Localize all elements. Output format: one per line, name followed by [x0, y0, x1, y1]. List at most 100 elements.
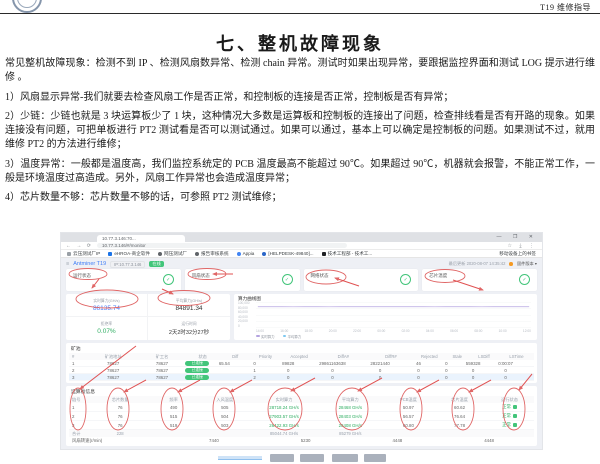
table-cell: 503	[199, 423, 250, 428]
x-tick-label: 08:00	[474, 329, 482, 333]
info-icon	[237, 252, 241, 256]
table-cell: 0	[402, 368, 435, 373]
table-cell: DiffA#	[318, 354, 369, 359]
page-header-right: T19 维修指导	[540, 2, 591, 13]
metrics-and-chart-row: 实时算力(GH/s) 86135.74 平均算力(GH/s) 84891.34 …	[66, 294, 537, 340]
bookmark-item: eHROA-商企软件	[108, 251, 150, 257]
table-cell: 76	[92, 423, 148, 428]
paragraph-item-2: 2）少链：少链也就是 3 块运算板少了 1 块，这种情况大多数是运算板和控制板的…	[5, 110, 595, 153]
hashrate-line	[256, 302, 531, 328]
x-tick-label: 12:00	[523, 329, 531, 333]
table-cell: 0	[435, 368, 458, 373]
table-cell: 28408 GH/s	[318, 423, 383, 428]
status-card-chip-temp: 芯片温度 ✓	[422, 269, 537, 291]
table-cell: 0	[358, 375, 402, 380]
paragraph-item-3: 3）温度异常：一般都是温度高，我们监控系统定的 PCB 温度最高不能超过 90℃…	[5, 158, 595, 187]
paragraph-intro: 常见整机故障现象：检测不到 IP 、检测风扇数异常、检测 chain 异常。测试…	[5, 57, 595, 86]
table-row: 37862778627已连接20000000	[69, 374, 534, 381]
firmware-menu: 固件版本 ▾	[517, 261, 537, 267]
table-cell: Diff	[220, 354, 250, 359]
table-cell: 1	[69, 361, 88, 366]
table-row: 17862778627已连接65.54089828298611636382822…	[69, 360, 534, 367]
ok-ring-badge: ✓	[519, 274, 530, 285]
table-cell: 矿工名	[139, 354, 186, 360]
table-cell: 559328	[458, 361, 488, 366]
x-tick-label: 02:00	[402, 329, 410, 333]
table-cell: 28422.93 GH/s	[250, 423, 317, 428]
online-badge: 在线	[149, 261, 163, 267]
status-cards-row: 运行状态 ✓ 风扇状态 ✓ 网络状态 ✓ 芯片温度 ✓	[66, 269, 537, 291]
table-cell: 519	[148, 423, 199, 428]
table-cell: 0	[435, 361, 458, 366]
x-tick-label: 04:00	[426, 329, 434, 333]
ok-ring-badge: ✓	[400, 274, 411, 285]
table-cell: 已连接	[185, 368, 209, 373]
table-cell: 3	[69, 423, 92, 428]
table-cell: 0	[402, 375, 435, 380]
fan-speed-values: 7440523044484448	[149, 438, 534, 443]
table-cell: 矿池地址	[88, 354, 139, 360]
table-cell: 78627	[139, 375, 186, 380]
table-cell: 28718.24 GH/s	[250, 405, 317, 410]
legend-item: 平均算力	[283, 334, 302, 339]
bookmarks-bar: 云压测试厂IP eHROA-商企软件 网压测试厂 报告审核系统 Appia [H…	[61, 250, 542, 258]
table-cell: 56.57	[383, 414, 434, 419]
table-cell: 504	[199, 414, 250, 419]
pool-table-title: 矿池	[69, 344, 534, 353]
table-cell: 2	[69, 368, 88, 373]
table-cell: 平均算力	[318, 397, 383, 403]
x-tick-label: 16:00	[280, 329, 288, 333]
page-title: 七、整机故障现象	[0, 30, 600, 56]
table-cell: 0	[458, 375, 488, 380]
table-cell: 0	[307, 368, 358, 373]
x-tick-label: 06:00	[450, 329, 458, 333]
menu-icon: ≡	[66, 261, 69, 267]
table-cell: 已连接	[185, 361, 209, 366]
table-cell: 芯片温度	[434, 397, 485, 403]
reject-rate-value: 0.07%	[97, 328, 115, 335]
table-header-row: 链号芯片数量频率入风温度实时算力平均算力PCB温度芯片温度运行状态	[69, 396, 534, 403]
table-cell: 0	[358, 368, 402, 373]
metrics-card: 实时算力(GH/s) 86135.74 平均算力(GH/s) 84891.34 …	[66, 294, 230, 340]
fan-speed-value: 4448	[392, 438, 402, 443]
paragraph-item-4: 4）芯片数量不够：芯片数量不够的话，可参照 PT2 测试维修；	[5, 191, 595, 205]
table-cell: 0	[270, 375, 307, 380]
bookmark-item: 报告审核系统	[195, 251, 229, 257]
gear-icon	[158, 252, 162, 256]
x-tick-label: 00:00	[377, 329, 385, 333]
metric-realtime-hashrate: 实时算力(GH/s) 86135.74	[66, 294, 148, 317]
table-cell: 78627	[88, 375, 139, 380]
table-cell: 运行状态	[485, 397, 534, 403]
average-hashrate-value: 84891.34	[175, 305, 202, 312]
table-row: 27862778627已连接10000000	[69, 367, 534, 374]
hashboard-table-title: 运算板信息	[69, 387, 534, 396]
table-cell: 60.62	[434, 405, 485, 410]
device-name-link: Antminer T19	[73, 261, 106, 267]
y-tick-label: 60,000	[238, 311, 250, 314]
x-icon	[322, 252, 326, 256]
table-cell: 0	[307, 375, 358, 380]
dashboard-header: ≡ Antminer T19 IP:10.77.3.146 在线 最后更新 20…	[66, 260, 537, 268]
table-cell: 78627	[88, 361, 139, 366]
legend-item: 实时算力	[256, 334, 275, 339]
fan-speed-label: 风扇转速(r/min)	[69, 438, 149, 444]
jira-icon	[262, 252, 266, 256]
chart-x-axis: 14:0016:0018:0020:0022:0000:0002:0004:00…	[256, 329, 531, 333]
table-cell: 1	[239, 368, 269, 373]
x-tick-label: 14:00	[256, 329, 264, 333]
metric-uptime: 运行时间 2天2时32分27秒	[148, 317, 230, 340]
table-cell: 已连接	[185, 375, 209, 380]
table-cell: 78627	[139, 361, 186, 366]
table-cell: 2	[69, 414, 92, 419]
table-cell: 正常	[485, 404, 534, 410]
browser-tab: 10.77.3.146:70...	[97, 235, 185, 242]
paragraph-item-1: 1）风扇显示异常-我们就要去检查风扇工作是否正常，和控制板的连接是否正常，控制板…	[5, 91, 595, 105]
window-controls: — ❐ ✕	[497, 234, 538, 240]
table-cell: 合计	[69, 431, 92, 437]
firmware-status-dot	[509, 262, 513, 266]
ip-tag: IP:10.77.3.146	[110, 261, 145, 268]
table-cell: 76	[92, 405, 148, 410]
y-tick-label: 0	[238, 325, 250, 328]
fan-speed-value: 7440	[209, 438, 219, 443]
chart-legend: 实时算力 平均算力	[256, 334, 301, 339]
